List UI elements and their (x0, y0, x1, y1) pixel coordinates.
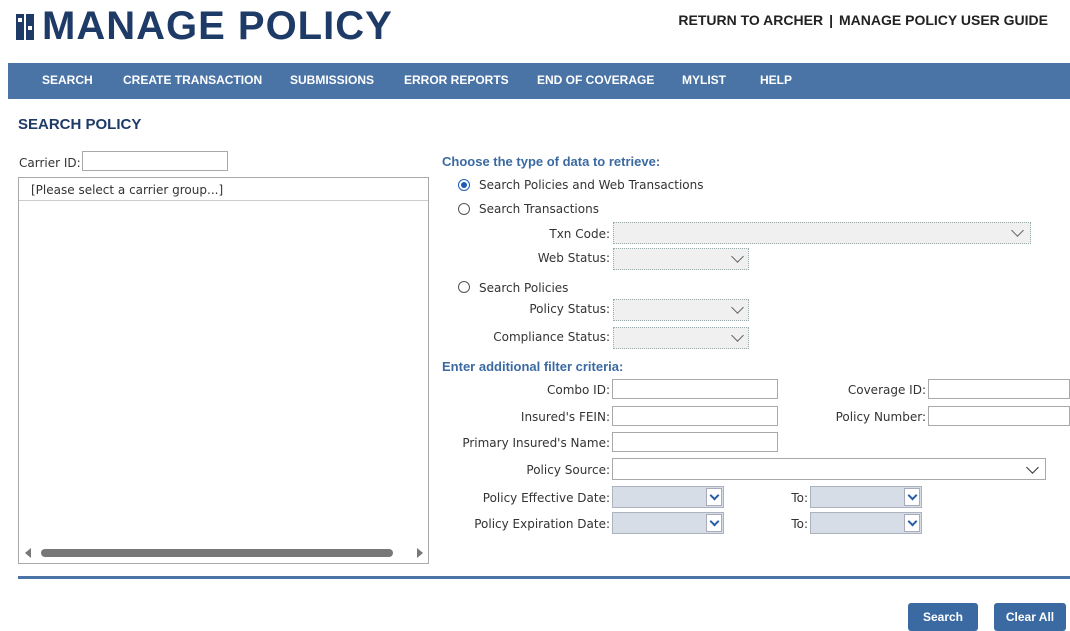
chevron-down-icon (1026, 461, 1039, 474)
nav-error-reports[interactable]: ERROR REPORTS (404, 73, 509, 87)
top-links: RETURN TO ARCHER | MANAGE POLICY USER GUID… (678, 12, 1048, 28)
chevron-down-icon (904, 514, 920, 532)
policy-status-select[interactable] (613, 299, 749, 321)
radio-policies-and-web[interactable] (458, 179, 470, 191)
insured-fein-input[interactable] (612, 406, 778, 426)
scroll-left-icon[interactable] (25, 548, 31, 558)
radio-policies-label: Search Policies (479, 281, 569, 295)
expiration-date-from[interactable] (612, 512, 724, 534)
user-guide-link[interactable]: MANAGE POLICY USER GUIDE (839, 12, 1048, 28)
carrier-group-placeholder: [Please select a carrier group...] (31, 183, 224, 197)
list-divider (19, 200, 428, 201)
clear-all-button[interactable]: Clear All (994, 603, 1066, 631)
search-button[interactable]: Search (908, 603, 978, 631)
txn-code-select[interactable] (613, 222, 1031, 244)
effective-to-label: To: (791, 491, 808, 505)
scroll-right-icon[interactable] (417, 548, 423, 558)
carrier-group-list[interactable]: [Please select a carrier group...] (18, 177, 429, 564)
expiration-to-label: To: (791, 517, 808, 531)
return-to-archer-link[interactable]: RETURN TO ARCHER (678, 12, 823, 28)
expiration-date-to[interactable] (810, 512, 922, 534)
nav-create-transaction[interactable]: CREATE TRANSACTION (123, 73, 262, 87)
nav-help[interactable]: HELP (760, 73, 792, 87)
primary-insured-input[interactable] (612, 432, 778, 452)
web-status-label: Web Status: (537, 251, 610, 265)
policy-source-select[interactable] (612, 458, 1046, 480)
radio-policies-and-web-label: Search Policies and Web Transactions (479, 178, 704, 192)
chevron-down-icon (1011, 224, 1024, 237)
primary-insured-label: Primary Insured's Name: (462, 436, 610, 450)
compliance-status-label: Compliance Status: (493, 330, 610, 344)
combo-id-input[interactable] (612, 379, 778, 399)
policy-number-label: Policy Number: (835, 410, 926, 424)
coverage-id-input[interactable] (928, 379, 1070, 399)
radio-transactions-label: Search Transactions (479, 202, 599, 216)
radio-policies[interactable] (458, 281, 470, 293)
chevron-down-icon (731, 301, 744, 314)
policy-status-label: Policy Status: (529, 302, 610, 316)
web-status-select[interactable] (613, 248, 749, 270)
section-divider (18, 576, 1070, 579)
chevron-down-icon (731, 329, 744, 342)
nav-search[interactable]: SEARCH (42, 73, 93, 87)
chevron-down-icon (904, 488, 920, 506)
retrieve-heading: Choose the type of data to retrieve: (442, 154, 661, 169)
nav-submissions[interactable]: SUBMISSIONS (290, 73, 374, 87)
carrier-id-label: Carrier ID: (19, 156, 81, 170)
page-title: SEARCH POLICY (18, 116, 142, 133)
carrier-id-input[interactable] (82, 151, 228, 171)
coverage-id-label: Coverage ID: (847, 383, 926, 397)
nav-end-of-coverage[interactable]: END OF COVERAGE (537, 73, 654, 87)
nav-mylist[interactable]: MYLIST (682, 73, 726, 87)
txn-code-label: Txn Code: (549, 227, 610, 241)
compliance-status-select[interactable] (613, 327, 749, 349)
chevron-down-icon (706, 488, 722, 506)
effective-date-from[interactable] (612, 486, 724, 508)
policy-number-input[interactable] (928, 406, 1070, 426)
policy-source-label: Policy Source: (526, 463, 610, 477)
top-links-separator: | (829, 12, 833, 28)
radio-transactions[interactable] (458, 203, 470, 215)
main-nav: SEARCH CREATE TRANSACTION SUBMISSIONS ER… (8, 63, 1070, 99)
filters-heading: Enter additional filter criteria: (442, 359, 624, 374)
insured-fein-label: Insured's FEIN: (520, 410, 610, 424)
chevron-down-icon (706, 514, 722, 532)
effective-date-label: Policy Effective Date: (482, 491, 610, 505)
expiration-date-label: Policy Expiration Date: (474, 517, 610, 531)
horizontal-scrollbar-thumb[interactable] (41, 549, 393, 557)
logo-mark-icon (16, 14, 34, 40)
app-title: MANAGE POLICY (42, 4, 393, 48)
effective-date-to[interactable] (810, 486, 922, 508)
chevron-down-icon (731, 250, 744, 263)
combo-id-label: Combo ID: (546, 383, 610, 397)
